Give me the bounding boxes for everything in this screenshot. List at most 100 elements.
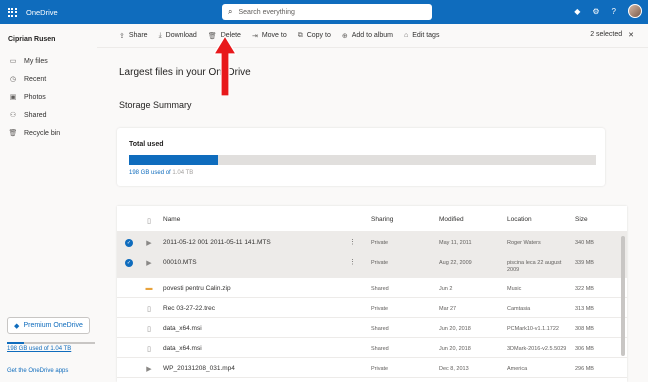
file-size: 313 MB [575,306,594,312]
video-file-icon: ▶ [146,239,152,247]
section-title: Storage Summary [119,100,192,110]
add-to-album-button[interactable]: ⊕ Add to album [342,32,393,40]
table-row[interactable]: ✓ ▶ 00010.MTS ⋮ Private Aug 22, 2009 piscina l… [117,252,627,278]
download-button[interactable]: ⤓ Download [159,32,197,40]
file-name[interactable]: data_x64.msi [163,325,202,332]
table-row[interactable]: ▯ Rec 03-27-22.trec Private Mar 27 Camtasia 3… [117,298,627,318]
sidebar-item-recycle-bin[interactable]: 🗑 Recycle bin [0,124,97,142]
get-apps-link[interactable]: Get the OneDrive apps [7,368,68,374]
search-placeholder: Search everything [238,8,295,16]
file-location[interactable]: Roger Waters [507,240,569,247]
table-row[interactable]: ▯ data_x64.msi Shared Jun 20, 2018 3DMark-20… [117,338,627,358]
sidebar-item-photos[interactable]: ▣ Photos [0,88,97,106]
tag-icon: ⌂ [403,32,409,39]
diamond-icon[interactable]: ◆ [574,7,580,16]
search-icon: ⌕ [228,7,233,16]
file-name[interactable]: data_x64.msi [163,345,202,352]
download-icon: ⤓ [158,31,162,39]
storage-meter [7,342,95,344]
help-icon[interactable]: ? [612,7,616,16]
zip-folder-icon: ▬ [145,285,153,292]
file-type-icon: ▯ [147,217,151,225]
edit-tags-button[interactable]: ⌂ Edit tags [404,32,439,39]
command-bar: ⇪ Share ⤓ Download 🗑 Delete ⇥ Move to ⧉ … [97,24,648,48]
storage-link[interactable]: 198 GB used of 1.04 TB [7,346,71,352]
file-name[interactable]: Rec 03-27-22.trec [163,305,215,312]
sidebar-item-shared[interactable]: ⚇ Shared [0,106,97,124]
checkmark-icon[interactable]: ✓ [125,239,133,247]
copy-to-button[interactable]: ⧉ Copy to [298,32,331,40]
more-options-icon[interactable]: ⋮ [349,258,356,266]
file-name[interactable]: WP_20131208_031.mp4 [163,365,235,372]
folder-icon: ▭ [9,58,17,65]
file-location[interactable]: piscina leca 22 august 2009 [507,260,569,274]
usage-text: 198 GB used of 1.04 TB [129,170,193,176]
modified-date: Dec 8, 2013 [439,366,469,372]
checkmark-icon[interactable]: ✓ [125,259,133,267]
video-file-icon: ▶ [146,259,152,267]
table-header: ▯ Name Sharing Modified Location Size [117,206,627,232]
column-location[interactable]: Location [507,216,532,223]
gear-icon[interactable]: ⚙ [592,7,599,16]
column-size[interactable]: Size [575,216,588,223]
add-to-album-label: Add to album [351,32,393,39]
table-row[interactable]: ▬ povesti pentru Calin.zip Shared Jun 2 Musi… [117,278,627,298]
file-location[interactable]: Camtasia [507,306,569,313]
table-row[interactable]: ▶ WP_20131208_031.mp4 Private Dec 8, 2013 Am… [117,358,627,378]
table-row[interactable]: ▯ data_x64.msi Shared Jun 20, 2018 PCMark10-… [117,318,627,338]
sidebar: Ciprian Rusen ▭ My files ◷ Recent ▣ Phot… [0,24,97,382]
share-button[interactable]: ⇪ Share [119,32,148,40]
column-sharing[interactable]: Sharing [371,216,393,223]
storage-meter-fill [7,342,24,344]
user-name: Ciprian Rusen [8,36,56,43]
sidebar-item-label: Shared [24,111,47,119]
scrollbar[interactable] [621,236,625,356]
file-name[interactable]: 2011-05-12 001 2011-05-11 141.MTS [163,239,271,246]
search-input[interactable]: ⌕ Search everything [222,4,432,20]
file-location[interactable]: America [507,366,569,373]
sharing-status: Private [371,366,389,372]
table-row[interactable]: ✓ ▶ 2011-05-12 001 2011-05-11 141.MTS ⋮ Priv… [117,232,627,252]
app-launcher-button[interactable] [0,0,24,24]
modified-date: Jun 2 [439,286,453,292]
file-name[interactable]: povesti pentru Calin.zip [163,285,231,292]
sidebar-item-label: Recycle bin [24,129,61,137]
selection-count: 2 selected [590,31,623,38]
file-size: 339 MB [575,260,594,266]
column-name[interactable]: Name [163,216,180,223]
album-icon: ⊕ [341,32,348,40]
file-icon: ▯ [147,325,151,333]
sharing-status: Private [371,240,389,246]
clock-icon: ◷ [9,76,17,83]
file-icon: ▯ [147,345,151,353]
file-name[interactable]: 00010.MTS [163,259,197,266]
diamond-icon: ◆ [14,322,20,330]
more-options-icon[interactable]: ⋮ [349,238,356,246]
trash-icon: 🗑 [8,130,18,137]
sidebar-item-my-files[interactable]: ▭ My files [0,52,97,70]
file-location[interactable]: 3DMark-2016-v2.5.5029 [507,346,569,353]
sharing-status: Shared [371,346,389,352]
move-to-button[interactable]: ⇥ Move to [252,32,287,40]
people-icon: ⚇ [9,112,17,119]
file-location[interactable]: Music [507,286,569,293]
app-title[interactable]: OneDrive [26,8,58,17]
edit-tags-label: Edit tags [412,32,440,39]
file-size: 322 MB [575,286,594,292]
usage-used: 198 GB used of [129,170,171,176]
file-size: 306 MB [575,346,594,352]
column-modified[interactable]: Modified [439,216,464,223]
copy-icon: ⧉ [297,31,303,39]
annotation-arrow [212,36,238,96]
premium-button[interactable]: ◆ Premium OneDrive [7,317,90,334]
sidebar-item-label: My files [24,57,48,65]
sidebar-nav: ▭ My files ◷ Recent ▣ Photos ⚇ Shared 🗑 … [0,52,97,142]
usage-bar [129,155,596,165]
close-icon[interactable]: ✕ [628,31,634,39]
top-actions: ◆ ⚙ ? [574,4,642,18]
image-icon: ▣ [9,94,17,101]
sidebar-item-recent[interactable]: ◷ Recent [0,70,97,88]
avatar[interactable] [628,4,642,18]
file-location[interactable]: PCMark10-v1.1.1722 [507,326,569,333]
sharing-status: Private [371,306,389,312]
